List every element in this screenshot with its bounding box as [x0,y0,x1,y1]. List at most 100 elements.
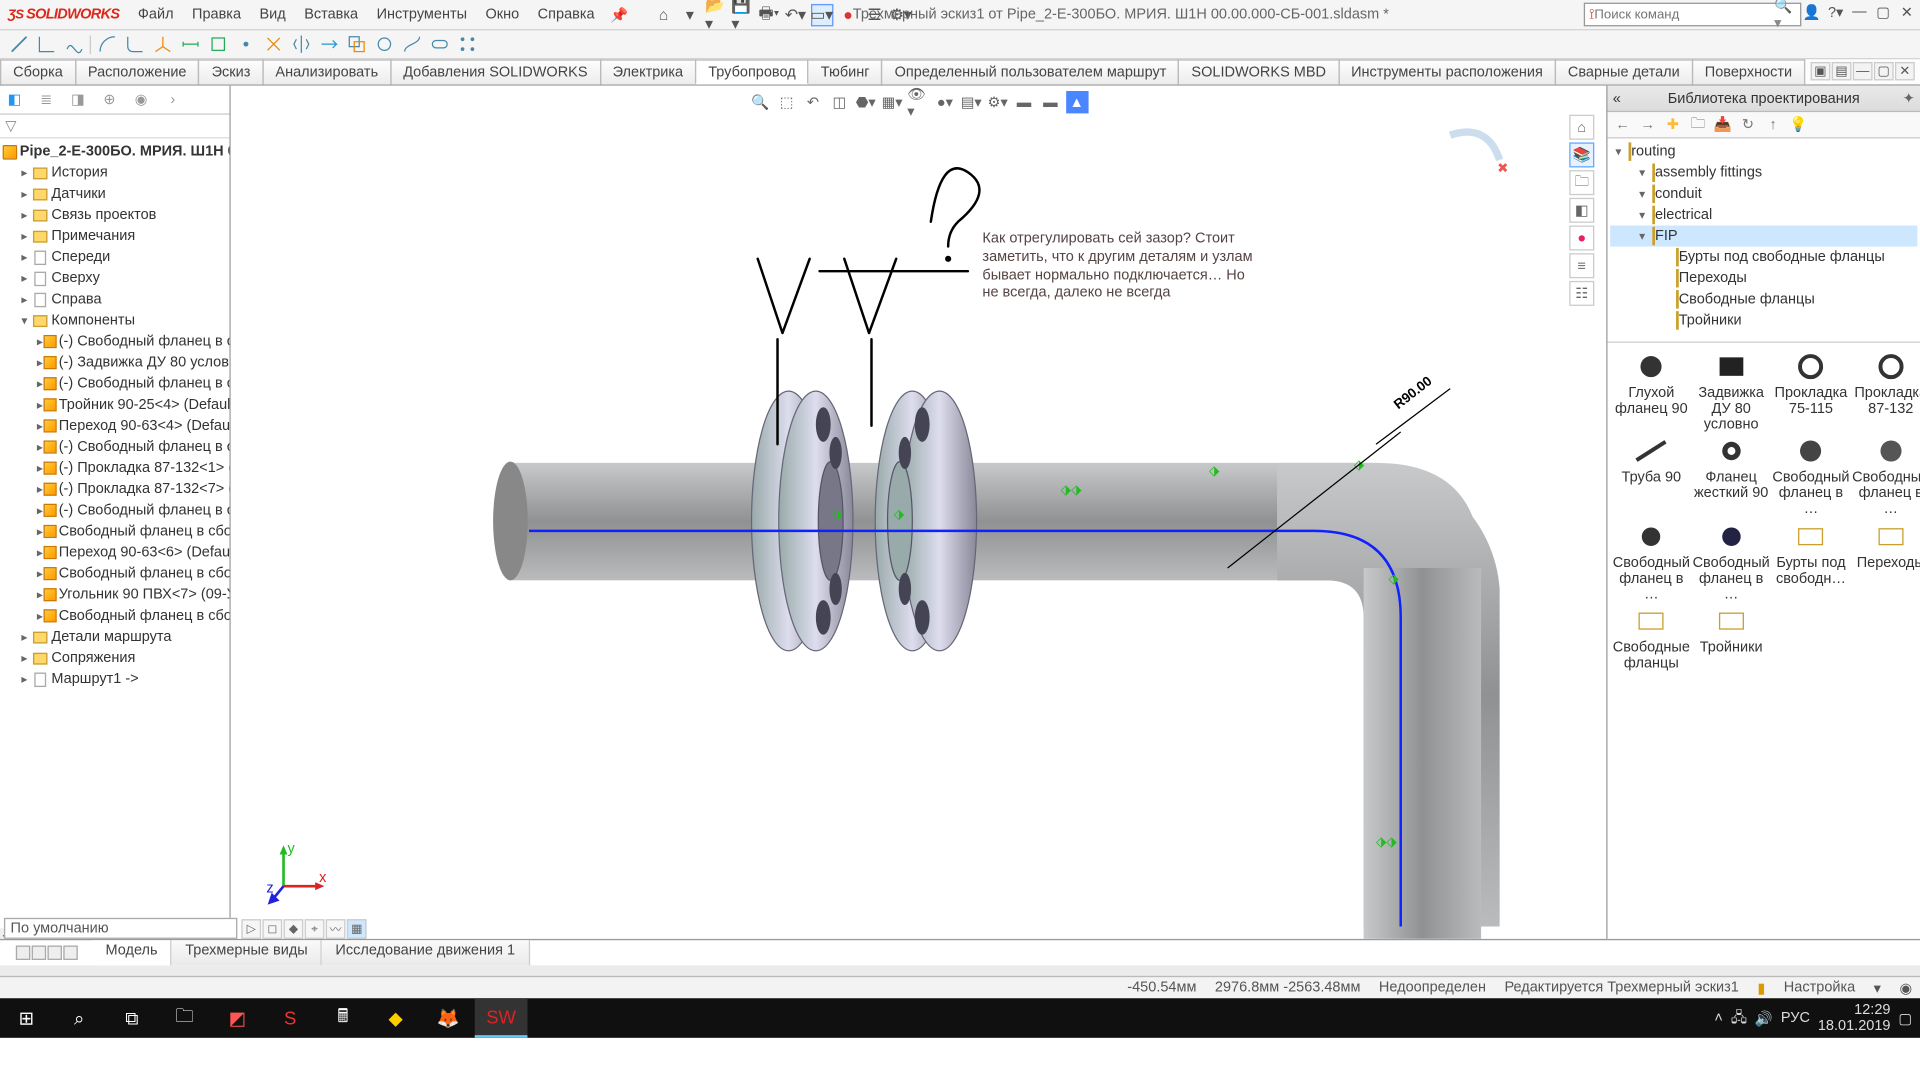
tree-tail-item[interactable]: ▸Сопряжения [0,647,229,668]
open-icon[interactable]: 📂▾ [705,3,727,25]
tray-notif-icon[interactable]: ▢ [1898,1009,1912,1026]
tree-component-item[interactable]: ▸Угольник 90 ПВХ<7> (09-Уго [0,584,229,605]
tree-tab-config-icon[interactable]: ◨ [66,88,90,112]
lib-tree-item[interactable]: ▾electrical [1610,204,1917,225]
tree-tab-display-icon[interactable]: ◉ [129,88,153,112]
menu-edit[interactable]: Правка [184,3,249,27]
tree-component-item[interactable]: ▸(-) Прокладка 87-132<1> (П [0,458,229,479]
tree-tab-property-icon[interactable]: ≣ [34,88,58,112]
ribbon-tab-weldments[interactable]: Сварные детали [1555,59,1693,84]
tree-item[interactable]: ▸Примечания [0,225,229,246]
lib-refresh-icon[interactable]: ↻ [1738,115,1758,135]
tray-net-icon[interactable]: 🖧 [1731,1006,1747,1031]
explorer-icon[interactable]: 🗀 [158,998,211,1038]
sketch-ent-icon[interactable] [372,32,396,56]
status-unit-icon[interactable]: ◉ [1899,979,1912,996]
ribbon-tab-userroute[interactable]: Определенный пользователем маршрут [881,59,1179,84]
lib-grid-item[interactable]: Фланец жесткий 90 [1693,436,1770,518]
motion-result-icon[interactable]: ▦ [347,918,367,938]
maximize-icon[interactable]: ▢ [1873,1,1894,22]
ribbon-tab-mbd[interactable]: SOLIDWORKS MBD [1178,59,1339,84]
tree-component-item[interactable]: ▸Свободный фланец в сборе [0,521,229,542]
lib-tree-item[interactable]: ▾FIP [1610,225,1917,246]
tray-lang[interactable]: РУС [1781,1010,1810,1026]
sketch-slot-icon[interactable] [427,32,451,56]
lib-grid-item[interactable]: Бурты под свободн… [1772,520,1849,602]
sketch-trim-icon[interactable] [261,32,285,56]
motion-cam-icon[interactable]: ⌖ [305,918,325,938]
sketch-offset-icon[interactable] [344,32,368,56]
lib-grid-item[interactable]: Тройники [1693,605,1770,671]
bottom-tab-leader[interactable] [0,940,92,965]
tree-item[interactable]: ▸История [0,162,229,183]
ribbon-tab-piping[interactable]: Трубопровод [695,59,809,84]
app2-icon[interactable]: S [264,998,317,1038]
tree-component-item[interactable]: ▸(-) Свободный фланец в сбо [0,373,229,394]
lib-grid-item[interactable]: Свободный фланец в … [1693,520,1770,602]
ribbon-tab-evaluate[interactable]: Анализировать [262,59,391,84]
app1-icon[interactable]: ◩ [211,998,264,1038]
ribbon-tab-sketch[interactable]: Эскиз [198,59,263,84]
save-icon[interactable]: 💾▾ [731,3,753,25]
sketch-corner-icon[interactable] [34,32,58,56]
tree-component-item[interactable]: ▸(-) Свободный фланец в сбо [0,436,229,457]
bottom-tab-3dviews[interactable]: Трехмерные виды [172,940,322,965]
lib-fwd-icon[interactable]: → [1638,115,1658,135]
ribbon-tab-electrical[interactable]: Электрика [599,59,696,84]
lib-tree-item[interactable]: ▾routing [1610,141,1917,162]
configuration-select[interactable]: По умолчанию [4,918,237,939]
tray-vol-icon[interactable]: 🔊 [1755,1009,1773,1026]
firefox-icon[interactable]: 🦊 [422,998,475,1038]
graphics-viewport[interactable]: 🔍 ⬚ ↶ ◫ ⬣▾ ▦▾ 👁▾ ●▾ ▤▾ ⚙▾ ▬ ▬ ▲ [231,86,1606,939]
menu-help[interactable]: Справка [530,3,603,27]
sketch-mirror-icon[interactable] [289,32,313,56]
taskpane-prop-icon[interactable]: ≡ [1569,253,1594,278]
search-dropdown-icon[interactable]: 🔍▾ [1774,0,1796,32]
lib-grid-item[interactable]: Прокладка 75-115 [1772,351,1849,433]
help-icon[interactable]: ?▾ [1825,1,1846,22]
lib-add-icon[interactable]: ✚ [1663,115,1683,135]
lib-tree[interactable]: ▾routing▾assembly fittings▾conduit▾elect… [1607,138,1920,342]
app3-icon[interactable]: ◆ [369,998,422,1038]
child-tile-icon[interactable]: ▤ [1832,62,1852,80]
tree-item[interactable]: ▸Спереди [0,247,229,268]
tree-component-item[interactable]: ▸(-) Свободный фланец в сбо [0,331,229,352]
status-dropdown-icon[interactable]: ▾ [1874,979,1881,996]
lib-tree-item[interactable]: Переходы [1610,268,1917,289]
tree-root[interactable]: Pipe_2-Е-300БО. МРИЯ. Ш1Н 00.00. [0,141,229,162]
ribbon-tab-tubing[interactable]: Тюбинг [808,59,883,84]
ribbon-tab-assembly[interactable]: Сборка [0,59,76,84]
tree-components-folder[interactable]: ▾Компоненты [0,310,229,331]
child-close-icon[interactable]: ✕ [1895,62,1915,80]
menu-tools[interactable]: Инструменты [369,3,475,27]
tree-component-item[interactable]: ▸Свободный фланец в сборе [0,563,229,584]
lib-back-icon[interactable]: ← [1613,115,1633,135]
sketch-line-icon[interactable] [7,32,31,56]
taskpane-appear-icon[interactable]: ● [1569,225,1594,250]
select-icon[interactable]: ▭▾ [810,3,832,25]
sketch-convert-icon[interactable] [316,32,340,56]
menu-view[interactable]: Вид [252,3,294,27]
sketch-spline-icon[interactable] [62,32,86,56]
ribbon-tab-layouttools[interactable]: Инструменты расположения [1338,59,1556,84]
ribbon-tab-surfaces[interactable]: Поверхности [1692,59,1806,84]
tree-component-item[interactable]: ▸Тройник 90-25<4> (Default< [0,394,229,415]
tree-component-item[interactable]: ▸(-) Прокладка 87-132<7> (П [0,479,229,500]
tree-tail-item[interactable]: ▸Детали маршрута [0,626,229,647]
motion-stop-icon[interactable]: ◻ [262,918,282,938]
user-icon[interactable]: 👤 [1801,1,1822,22]
ribbon-tab-addins[interactable]: Добавления SOLIDWORKS [390,59,601,84]
pin-icon[interactable]: 📌 [610,6,628,23]
lib-tree-item[interactable]: Тройники [1610,310,1917,331]
taskpane-view-icon[interactable]: ◧ [1569,198,1594,223]
search-taskbar-icon[interactable]: ⌕ [53,998,106,1038]
lib-pin-icon[interactable]: ✦ [1903,90,1915,107]
start-icon[interactable]: ⊞ [0,998,53,1038]
sketch-point-icon[interactable] [233,32,257,56]
child-expand-icon[interactable]: ▣ [1811,62,1831,80]
child-max-icon[interactable]: ▢ [1874,62,1894,80]
tray-clock[interactable]: 12:2918.01.2019 [1818,1002,1891,1034]
lib-grid-item[interactable]: Свободный фланец в … [1852,436,1920,518]
lib-grid-item[interactable]: Свободные фланцы [1613,605,1690,671]
tree-tab-feature-icon[interactable]: ◧ [3,88,27,112]
